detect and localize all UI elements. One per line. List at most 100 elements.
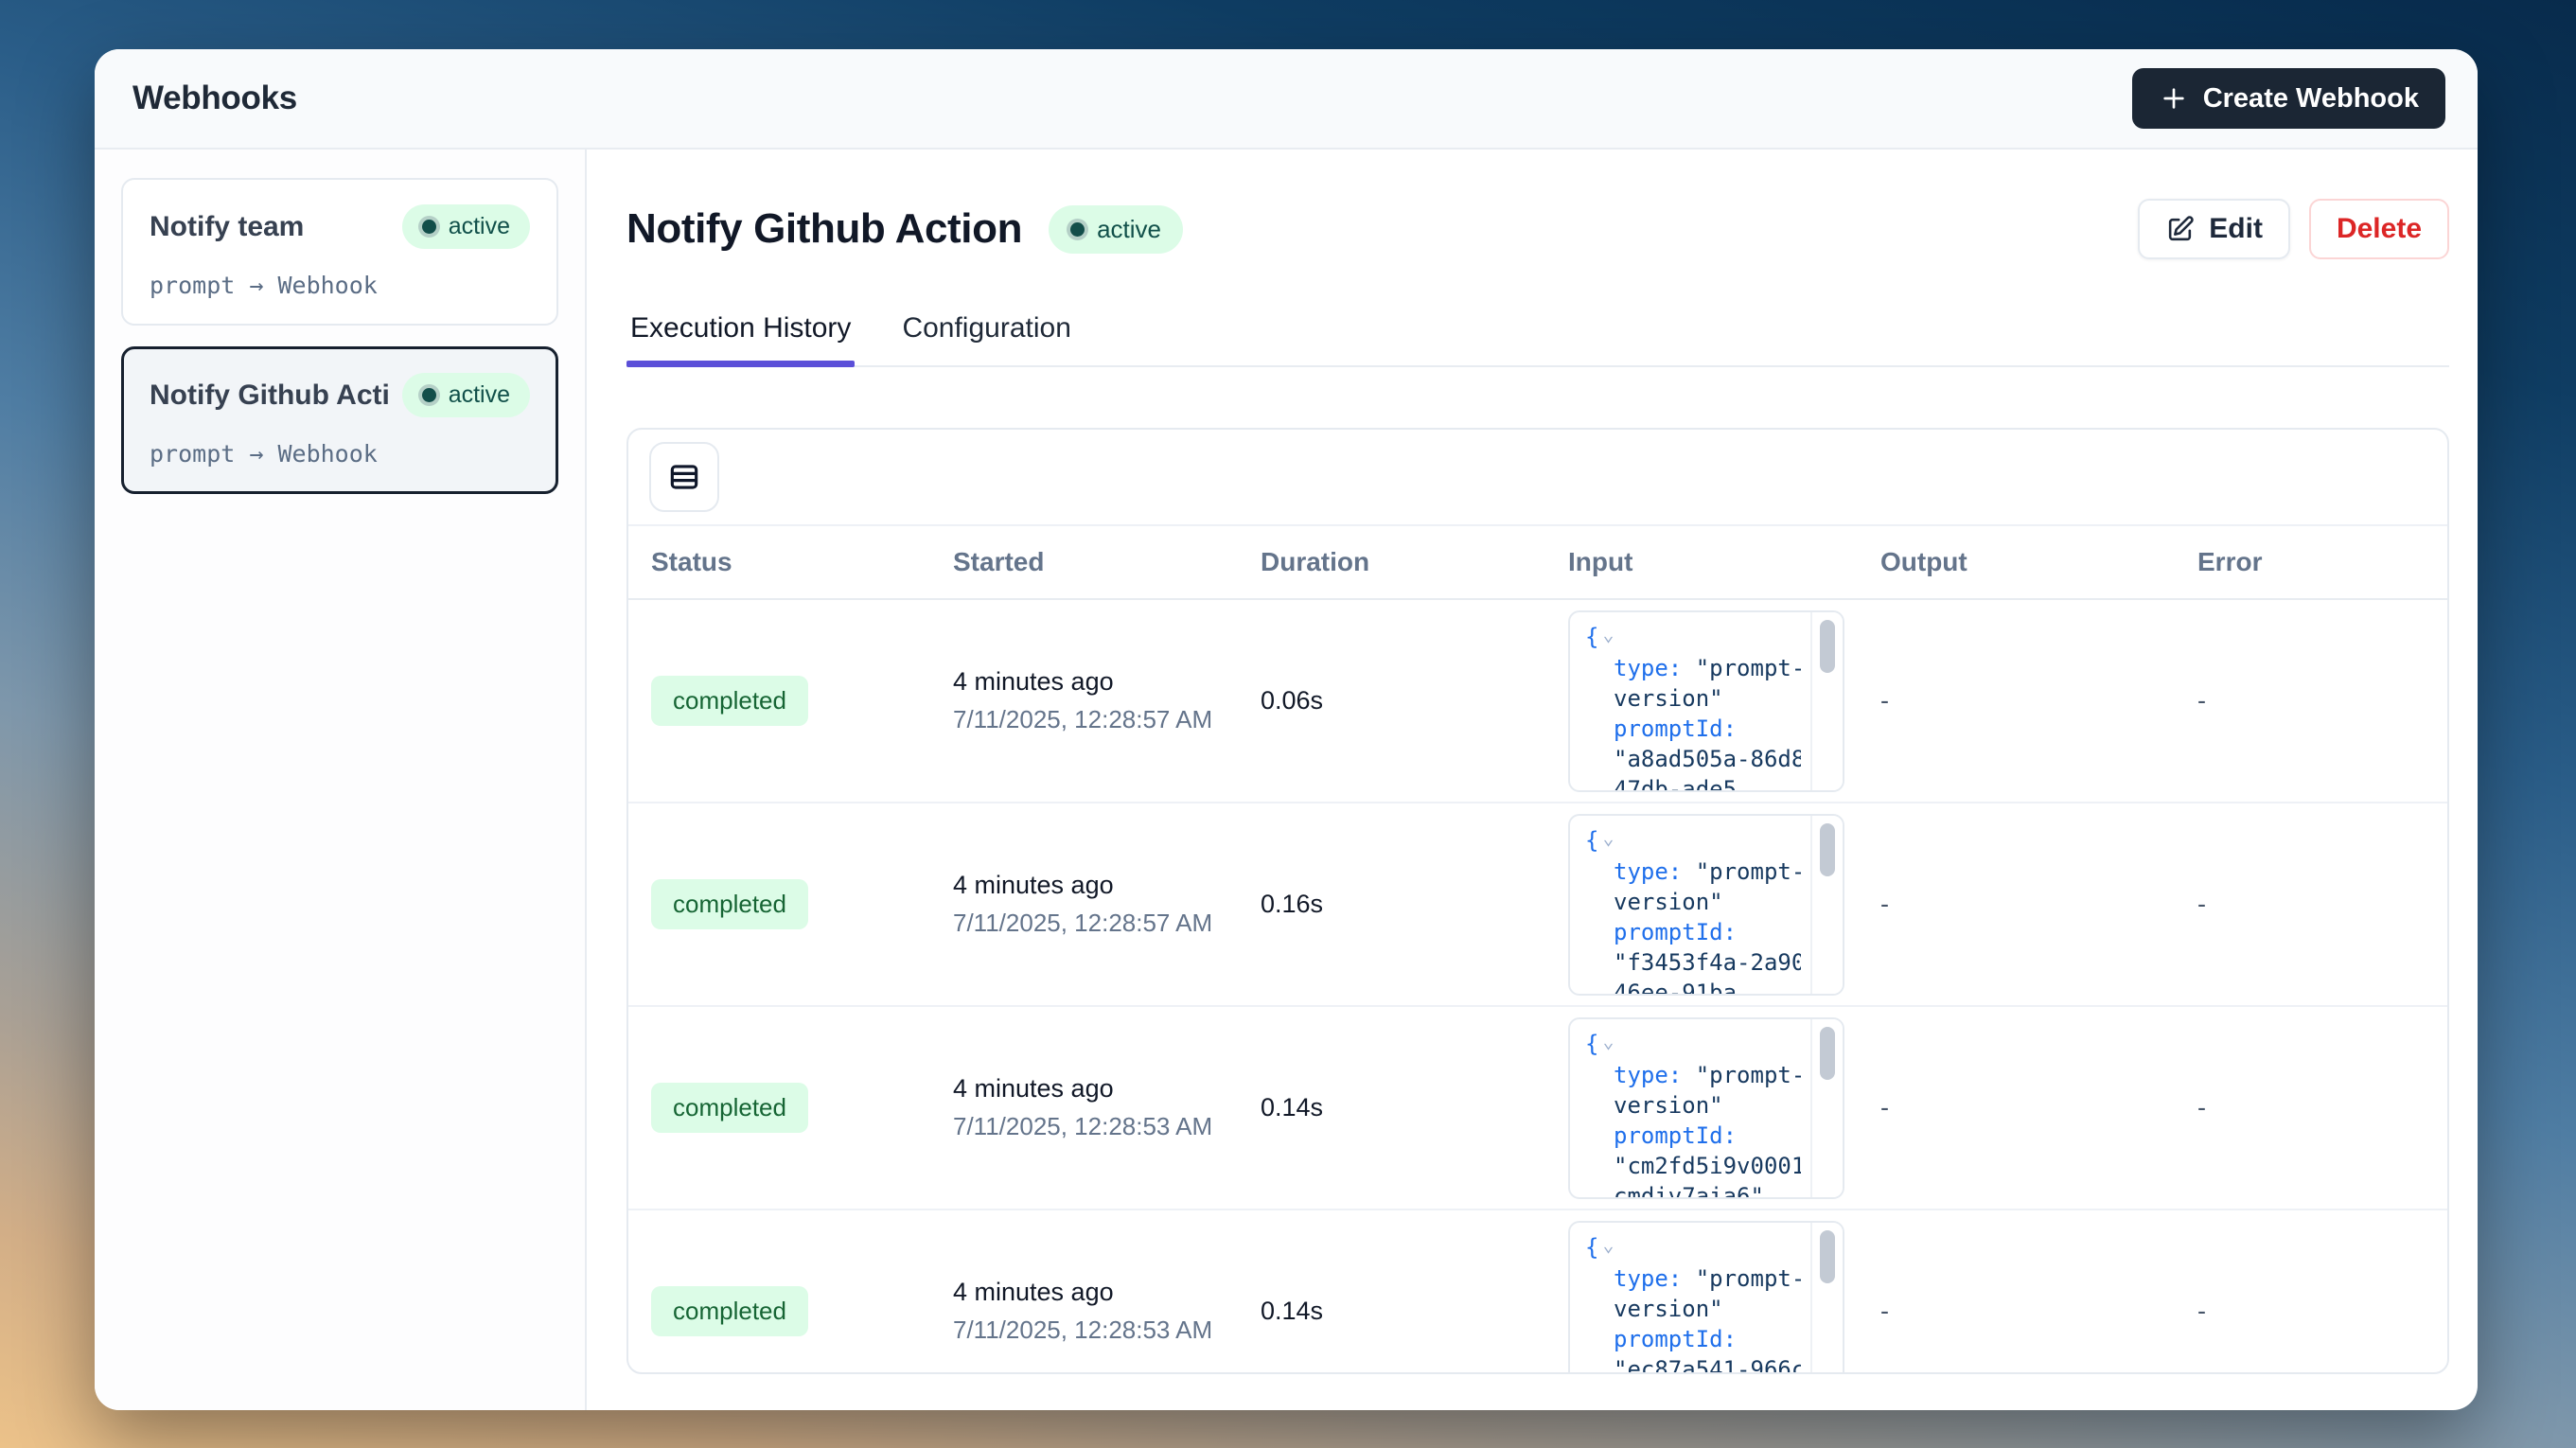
status-dot-icon bbox=[422, 388, 436, 402]
json-content: {⌄type: "prompt-version"promptId:"a8ad50… bbox=[1585, 622, 1801, 792]
status-dot-icon bbox=[1070, 222, 1085, 237]
webhook-status-label: active bbox=[449, 381, 510, 409]
detail-status-label: active bbox=[1097, 215, 1161, 244]
json-line: "f3453f4a-2a90- bbox=[1585, 947, 1801, 978]
output-value: - bbox=[1880, 890, 2197, 919]
json-line: promptId: bbox=[1585, 1121, 1801, 1151]
table-toolbar bbox=[628, 430, 2447, 526]
plus-icon bbox=[2159, 83, 2189, 114]
json-line: promptId: bbox=[1585, 714, 1801, 744]
duration-value: 0.14s bbox=[1261, 1093, 1568, 1122]
started-absolute: 7/11/2025, 12:28:53 AM bbox=[953, 1112, 1261, 1141]
json-content: {⌄type: "prompt-version"promptId:"cm2fd5… bbox=[1585, 1029, 1801, 1199]
status-badge: completed bbox=[651, 1286, 808, 1336]
webhook-status-badge: active bbox=[402, 373, 530, 417]
column-header: Status bbox=[651, 547, 953, 577]
json-scrollbar-thumb[interactable] bbox=[1820, 1027, 1835, 1080]
json-scrollbar-thumb[interactable] bbox=[1820, 823, 1835, 876]
column-header: Input bbox=[1568, 547, 1880, 577]
webhook-name: Notify team bbox=[150, 211, 304, 243]
detail-header: Notify Github Action active Edit Delete bbox=[626, 199, 2449, 259]
input-json-viewer[interactable]: {⌄type: "prompt-version"promptId:"ec87a5… bbox=[1568, 1221, 1844, 1375]
detail-title: Notify Github Action bbox=[626, 205, 1022, 253]
page-background: { "app": { "title": "Webhooks", "create_… bbox=[0, 0, 2576, 1448]
json-line: "cm2fd5i9v0001ff bbox=[1585, 1151, 1801, 1181]
json-line: "a8ad505a-86d8- bbox=[1585, 744, 1801, 774]
input-json-viewer[interactable]: {⌄type: "prompt-version"promptId:"cm2fd5… bbox=[1568, 1017, 1844, 1199]
table-body: completed 4 minutes ago 7/11/2025, 12:28… bbox=[628, 600, 2447, 1374]
duration-value: 0.14s bbox=[1261, 1297, 1568, 1326]
output-value: - bbox=[1880, 1297, 2197, 1326]
execution-row: completed 4 minutes ago 7/11/2025, 12:28… bbox=[628, 1007, 2447, 1210]
started-relative: 4 minutes ago bbox=[953, 667, 1261, 697]
webhook-status-badge: active bbox=[402, 204, 530, 249]
input-json-viewer[interactable]: {⌄type: "prompt-version"promptId:"f3453f… bbox=[1568, 814, 1844, 996]
detail-status-badge: active bbox=[1049, 205, 1183, 254]
column-header: Started bbox=[953, 547, 1261, 577]
json-line: version" bbox=[1585, 1294, 1801, 1324]
execution-row: completed 4 minutes ago 7/11/2025, 12:28… bbox=[628, 600, 2447, 803]
titlebar: Webhooks Create Webhook bbox=[95, 49, 2478, 150]
json-line: type: "prompt- bbox=[1585, 1263, 1801, 1294]
status-badge: completed bbox=[651, 676, 808, 726]
column-header: Duration bbox=[1261, 547, 1568, 577]
tab-execution-history[interactable]: Execution History bbox=[626, 312, 855, 365]
json-collapse-icon[interactable]: ⌄ bbox=[1602, 623, 1614, 645]
status-badge: completed bbox=[651, 879, 808, 929]
tab-configuration[interactable]: Configuration bbox=[898, 312, 1074, 365]
create-webhook-label: Create Webhook bbox=[2203, 83, 2419, 115]
json-content: {⌄type: "prompt-version"promptId:"ec87a5… bbox=[1585, 1232, 1801, 1375]
page-title: Webhooks bbox=[132, 79, 297, 117]
json-scrollbar-track[interactable] bbox=[1810, 1223, 1843, 1375]
webhook-card[interactable]: Notify team active prompt → Webhook bbox=[121, 178, 558, 326]
json-line: promptId: bbox=[1585, 917, 1801, 947]
table-view-toggle-button[interactable] bbox=[649, 442, 719, 512]
create-webhook-button[interactable]: Create Webhook bbox=[2132, 68, 2445, 129]
json-line: "ec87a541-966c- bbox=[1585, 1354, 1801, 1375]
json-line: {⌄ bbox=[1585, 622, 1801, 653]
started-relative: 4 minutes ago bbox=[953, 1278, 1261, 1307]
table-rows-icon bbox=[666, 459, 702, 495]
delete-label: Delete bbox=[2337, 213, 2422, 245]
started-absolute: 7/11/2025, 12:28:53 AM bbox=[953, 1316, 1261, 1345]
json-line: version" bbox=[1585, 1090, 1801, 1121]
edit-button[interactable]: Edit bbox=[2138, 199, 2290, 259]
status-dot-icon bbox=[422, 220, 436, 234]
json-line: type: "prompt- bbox=[1585, 856, 1801, 887]
error-value: - bbox=[2197, 1297, 2425, 1326]
json-content: {⌄type: "prompt-version"promptId:"f3453f… bbox=[1585, 825, 1801, 996]
json-line: {⌄ bbox=[1585, 1232, 1801, 1263]
table-header-row: StatusStartedDurationInputOutputError bbox=[628, 526, 2447, 600]
json-line: 47db-ade5 bbox=[1585, 774, 1801, 792]
input-json-viewer[interactable]: {⌄type: "prompt-version"promptId:"a8ad50… bbox=[1568, 610, 1844, 792]
detail-tabs: Execution History Configuration bbox=[626, 312, 2449, 367]
webhook-name: Notify Github Acti... bbox=[150, 380, 391, 412]
app-window: Webhooks Create Webhook Notify team acti… bbox=[95, 49, 2478, 1410]
json-collapse-icon[interactable]: ⌄ bbox=[1602, 1030, 1614, 1052]
delete-button[interactable]: Delete bbox=[2309, 199, 2449, 259]
output-value: - bbox=[1880, 686, 2197, 715]
webhook-status-label: active bbox=[449, 213, 510, 240]
content-area: Notify team active prompt → Webhook Noti… bbox=[95, 150, 2478, 1410]
status-badge: completed bbox=[651, 1083, 808, 1133]
json-line: 46ee-91ba bbox=[1585, 978, 1801, 996]
webhook-card[interactable]: Notify Github Acti... active prompt → We… bbox=[121, 346, 558, 494]
executions-table: StatusStartedDurationInputOutputError co… bbox=[626, 428, 2449, 1374]
json-scrollbar-track[interactable] bbox=[1810, 816, 1843, 994]
duration-value: 0.06s bbox=[1261, 686, 1568, 715]
detail-actions: Edit Delete bbox=[2138, 199, 2449, 259]
json-collapse-icon[interactable]: ⌄ bbox=[1602, 1233, 1614, 1256]
webhook-list: Notify team active prompt → Webhook Noti… bbox=[95, 150, 587, 1410]
started-relative: 4 minutes ago bbox=[953, 1074, 1261, 1104]
webhook-route: prompt → Webhook bbox=[150, 440, 530, 468]
json-scrollbar-track[interactable] bbox=[1810, 612, 1843, 790]
json-collapse-icon[interactable]: ⌄ bbox=[1602, 826, 1614, 849]
execution-row: completed 4 minutes ago 7/11/2025, 12:28… bbox=[628, 803, 2447, 1007]
json-scrollbar-thumb[interactable] bbox=[1820, 620, 1835, 673]
json-line: version" bbox=[1585, 887, 1801, 917]
json-scrollbar-track[interactable] bbox=[1810, 1019, 1843, 1197]
json-line: version" bbox=[1585, 683, 1801, 714]
json-line: cmdiv7aia6" bbox=[1585, 1181, 1801, 1199]
error-value: - bbox=[2197, 686, 2425, 715]
json-scrollbar-thumb[interactable] bbox=[1820, 1230, 1835, 1283]
